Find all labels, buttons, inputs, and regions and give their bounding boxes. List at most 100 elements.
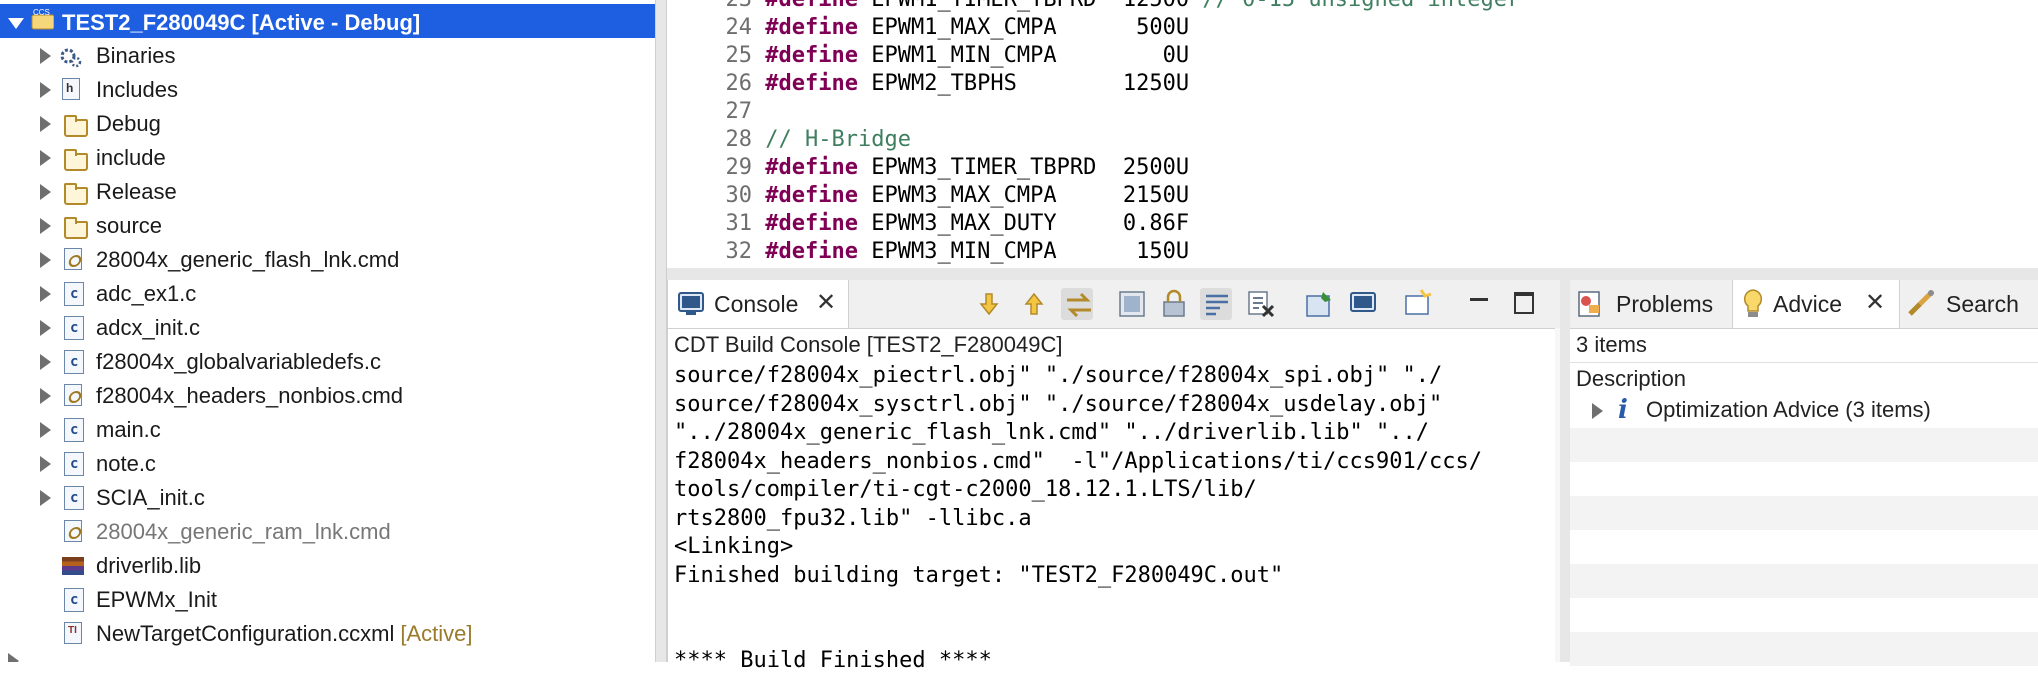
console-output[interactable]: source/f28004x_piectrl.obj" "./source/f2… xyxy=(674,362,1554,676)
c-file-icon: c xyxy=(64,588,84,612)
tree-item-label: TEST2_F280049C [Active - Debug] xyxy=(62,10,421,35)
advice-row[interactable]: i Optimization Advice (3 items) xyxy=(1570,394,2038,428)
empty-row xyxy=(1570,530,2038,564)
line-number: 28 xyxy=(725,127,753,152)
scroll-lock-icon[interactable] xyxy=(1061,288,1093,320)
open-console-icon[interactable] xyxy=(1403,288,1435,320)
chevron-right-icon[interactable] xyxy=(40,320,51,336)
c-file-icon: c xyxy=(64,452,84,476)
code-line[interactable]: 31 #define EPWM3_MAX_DUTY 0.86F xyxy=(667,210,1190,238)
code-line[interactable]: 30 #define EPWM3_MAX_CMPA 2150U xyxy=(667,182,1190,210)
chevron-right-icon[interactable] xyxy=(40,116,51,132)
tree-item-partial[interactable] xyxy=(0,651,655,662)
chevron-right-icon[interactable] xyxy=(40,354,51,370)
tree-item-ram-lnk-cmd[interactable]: 28004x_generic_ram_lnk.cmd xyxy=(0,515,655,549)
tree-item-release[interactable]: Release xyxy=(0,175,655,209)
tree-item-flash-lnk-cmd[interactable]: 28004x_generic_flash_lnk.cmd xyxy=(0,243,655,277)
tree-item-adc-ex1[interactable]: c adc_ex1.c xyxy=(0,277,655,311)
vertical-splitter[interactable] xyxy=(655,0,667,662)
folder-icon xyxy=(64,183,88,205)
line-number: 32 xyxy=(725,239,753,264)
tree-item-include[interactable]: include xyxy=(0,141,655,175)
tab-search[interactable]: Search xyxy=(1900,280,2038,328)
chevron-right-icon[interactable] xyxy=(40,456,51,472)
chevron-right-icon[interactable] xyxy=(8,653,19,662)
console-view: Console ✕ CDT Build Console [TEST2_F2800… xyxy=(667,280,1561,673)
tab-console[interactable]: Console ✕ xyxy=(668,280,849,328)
chevron-down-icon[interactable] xyxy=(8,18,24,29)
display-console-icon[interactable] xyxy=(1348,288,1380,320)
code-editor[interactable]: 23 #define EPWM1_TIMER_TBPRD 12500 // 0-… xyxy=(667,0,2038,268)
chevron-right-icon[interactable] xyxy=(40,150,51,166)
code-comment: // 0-15 unsigned integer xyxy=(1189,0,1520,12)
code-line[interactable]: 28 // H-Bridge xyxy=(667,126,911,154)
c-file-icon: c xyxy=(64,486,84,510)
tab-problems[interactable]: Problems xyxy=(1570,280,1730,328)
chevron-right-icon[interactable] xyxy=(1592,403,1603,419)
tree-item-binaries[interactable]: Binaries xyxy=(0,39,655,73)
tree-item-note-c[interactable]: c note.c xyxy=(0,447,655,481)
minimize-icon[interactable] xyxy=(1470,298,1488,301)
tree-item-source[interactable]: source xyxy=(0,209,655,243)
code-line[interactable]: 25 #define EPWM1_MIN_CMPA 0U xyxy=(667,42,1190,70)
tree-item-target-config[interactable]: TI NewTargetConfiguration.ccxml [Active] xyxy=(0,617,655,651)
tree-item-project[interactable]: CCS TEST2_F280049C [Active - Debug] xyxy=(0,4,655,38)
tree-item-label: main.c xyxy=(96,417,161,442)
console-tabbar: Console ✕ xyxy=(668,280,1561,329)
code-line[interactable]: 27 xyxy=(667,98,765,126)
chevron-right-icon[interactable] xyxy=(40,82,51,98)
lock-console-icon[interactable] xyxy=(1158,288,1190,320)
word-wrap-icon[interactable] xyxy=(1200,288,1232,320)
keyword: #define xyxy=(765,239,858,264)
tree-item-debug[interactable]: Debug xyxy=(0,107,655,141)
tree-item-headers-nonbios[interactable]: f28004x_headers_nonbios.cmd xyxy=(0,379,655,413)
tree-item-main-c[interactable]: c main.c xyxy=(0,413,655,447)
code-line[interactable]: 26 #define EPWM2_TBPHS 1250U xyxy=(667,70,1190,98)
clear-console-icon[interactable] xyxy=(1245,288,1277,320)
scroll-up-icon[interactable] xyxy=(1018,288,1050,320)
chevron-right-icon[interactable] xyxy=(40,184,51,200)
chevron-right-icon[interactable] xyxy=(40,422,51,438)
project-icon: CCS xyxy=(31,8,54,30)
chevron-right-icon[interactable] xyxy=(40,252,51,268)
close-icon[interactable]: ✕ xyxy=(1865,288,1885,317)
code-text: EPWM3_TIMER_TBPRD 2500U xyxy=(857,155,1190,180)
tree-item-scia-init[interactable]: c SCIA_init.c xyxy=(0,481,655,515)
tree-item-epwmx-init[interactable]: c EPWMx_Init xyxy=(0,583,655,617)
chevron-right-icon[interactable] xyxy=(40,286,51,302)
keyword: #define xyxy=(765,43,858,68)
tree-item-globalvariabledefs[interactable]: c f28004x_globalvariabledefs.c xyxy=(0,345,655,379)
column-header-description[interactable]: Description xyxy=(1576,366,1686,392)
code-text: EPWM2_TBPHS 1250U xyxy=(857,71,1190,96)
c-file-icon: c xyxy=(64,316,84,340)
chevron-right-icon[interactable] xyxy=(40,48,51,64)
line-number: 23 xyxy=(667,0,753,14)
tree-item-adcx-init[interactable]: c adcx_init.c xyxy=(0,311,655,345)
tab-advice[interactable]: Advice ✕ xyxy=(1732,280,1900,328)
show-console-icon[interactable] xyxy=(1116,288,1148,320)
tree-item-label: Release xyxy=(96,179,177,204)
tree-item-includes[interactable]: h Includes xyxy=(0,73,655,107)
close-icon[interactable]: ✕ xyxy=(816,288,836,317)
keyword: #define xyxy=(765,0,858,12)
library-icon xyxy=(62,557,84,575)
code-line[interactable]: 23 #define EPWM1_TIMER_TBPRD 12500 // 0-… xyxy=(667,0,1521,14)
maximize-icon[interactable] xyxy=(1514,292,1534,314)
active-badge: [Active] xyxy=(400,621,473,646)
chevron-right-icon[interactable] xyxy=(40,490,51,506)
code-line[interactable]: 29 #define EPWM3_TIMER_TBPRD 2500U xyxy=(667,154,1190,182)
chevron-right-icon[interactable] xyxy=(40,218,51,234)
scroll-down-icon[interactable] xyxy=(973,288,1005,320)
keyword: #define xyxy=(765,71,858,96)
folder-icon xyxy=(64,149,88,171)
code-line[interactable]: 24 #define EPWM1_MAX_CMPA 500U xyxy=(667,14,1190,42)
empty-row xyxy=(1570,632,2038,666)
code-line[interactable]: 32 #define EPWM3_MIN_CMPA 150U xyxy=(667,238,1190,266)
tree-item-driverlib[interactable]: driverlib.lib xyxy=(0,549,655,583)
horizontal-splitter[interactable] xyxy=(667,268,2038,280)
vertical-splitter-right[interactable] xyxy=(1560,280,1570,662)
pin-console-icon[interactable] xyxy=(1303,288,1335,320)
keyword: #define xyxy=(765,15,858,40)
empty-row xyxy=(1570,598,2038,632)
chevron-right-icon[interactable] xyxy=(40,388,51,404)
